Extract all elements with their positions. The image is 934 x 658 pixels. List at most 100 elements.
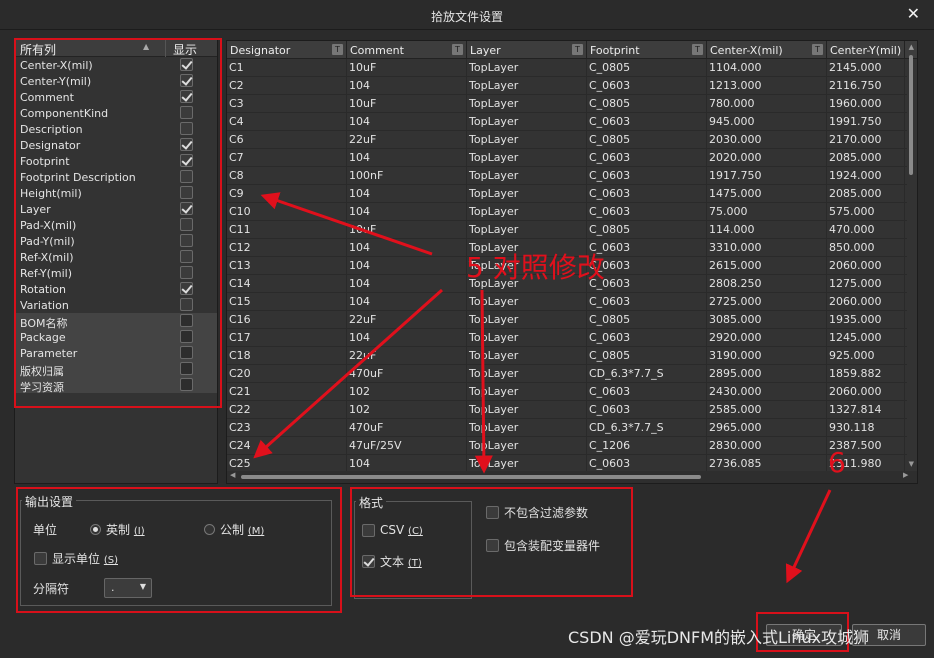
grid-column-header[interactable]: Designator T (227, 41, 347, 59)
table-row[interactable]: C24 47uF/25V TopLayer C_1206 2830.000 2387.50… (227, 437, 907, 455)
unit-imperial-radio[interactable] (90, 524, 101, 535)
column-show-checkbox[interactable] (180, 298, 193, 311)
column-show-checkbox[interactable] (180, 346, 193, 359)
table-row[interactable]: C18 22uF TopLayer C_0805 3190.000 925.000 (227, 347, 907, 365)
scroll-right-arrow-icon[interactable]: ▶ (903, 471, 908, 479)
table-row[interactable]: C11 10uF TopLayer C_0805 114.000 470.000 (227, 221, 907, 239)
show-units-label[interactable]: 显示单位 (S) (52, 550, 118, 567)
column-list-item[interactable]: BOM名称 (15, 313, 217, 330)
column-list-item[interactable]: Footprint Description (15, 169, 217, 185)
table-row[interactable]: C15 104 TopLayer C_0603 2725.000 2060.000 (227, 293, 907, 311)
table-row[interactable]: C10 104 TopLayer C_0603 75.000 575.000 (227, 203, 907, 221)
grid-column-header[interactable]: Center-X(mil) T (707, 41, 827, 59)
columns-list[interactable]: 所有列 ▲ 显示 Center-X(mil) Center-Y(mil) Comme… (14, 38, 218, 484)
table-row[interactable]: C6 22uF TopLayer C_0805 2030.000 2170.000 (227, 131, 907, 149)
column-list-item[interactable]: Designator (15, 137, 217, 153)
horizontal-scrollbar[interactable]: ◀ ▶ (227, 471, 917, 483)
table-row[interactable]: C1 10uF TopLayer C_0805 1104.000 2145.000 (227, 59, 907, 77)
filter-icon[interactable]: T (692, 44, 703, 55)
column-list-item[interactable]: ComponentKind (15, 105, 217, 121)
grid-column-header[interactable]: Footprint T (587, 41, 707, 59)
column-show-header[interactable]: 显示 (173, 41, 197, 58)
column-show-checkbox[interactable] (180, 250, 193, 263)
column-list-item[interactable]: Height(mil) (15, 185, 217, 201)
column-list-item[interactable]: Description (15, 121, 217, 137)
column-show-checkbox[interactable] (180, 330, 193, 343)
table-row[interactable]: C7 104 TopLayer C_0603 2020.000 2085.000 (227, 149, 907, 167)
table-row[interactable]: C20 470uF TopLayer CD_6.3*7.7_S 2895.000 1859… (227, 365, 907, 383)
column-show-checkbox[interactable] (180, 122, 193, 135)
text-checkbox[interactable] (362, 555, 375, 568)
grid-column-header[interactable]: Center-Y(mil) (827, 41, 905, 59)
unit-metric-label[interactable]: 公制 (M) (220, 521, 264, 538)
column-show-checkbox[interactable] (180, 218, 193, 231)
table-row[interactable]: C16 22uF TopLayer C_0805 3085.000 1935.000 (227, 311, 907, 329)
filter-icon[interactable]: T (572, 44, 583, 55)
column-show-checkbox[interactable] (180, 378, 193, 391)
unit-imperial-label[interactable]: 英制 (I) (106, 521, 145, 538)
column-show-checkbox[interactable] (180, 106, 193, 119)
table-row[interactable]: C4 104 TopLayer C_0603 945.000 1991.750 (227, 113, 907, 131)
column-list-item[interactable]: Comment (15, 89, 217, 105)
column-list-item[interactable]: Pad-X(mil) (15, 217, 217, 233)
column-show-checkbox[interactable] (180, 282, 193, 295)
filter-icon[interactable]: T (812, 44, 823, 55)
column-show-checkbox[interactable] (180, 186, 193, 199)
column-list-item[interactable]: Center-X(mil) (15, 57, 217, 73)
column-list-item[interactable]: 学习资源 (15, 377, 217, 394)
grid-column-header[interactable]: Layer T (467, 41, 587, 59)
column-show-checkbox[interactable] (180, 202, 193, 215)
column-list-item[interactable]: 版权归属 (15, 361, 217, 378)
table-row[interactable]: C17 104 TopLayer C_0603 2920.000 1245.000 (227, 329, 907, 347)
column-show-checkbox[interactable] (180, 58, 193, 71)
horizontal-scrollbar-thumb[interactable] (241, 475, 701, 479)
column-list-item[interactable]: Layer (15, 201, 217, 217)
table-row[interactable]: C3 10uF TopLayer C_0805 780.000 1960.000 (227, 95, 907, 113)
vertical-scrollbar-thumb[interactable] (909, 55, 913, 175)
table-row[interactable]: C21 102 TopLayer C_0603 2430.000 2060.000 (227, 383, 907, 401)
separator-select[interactable]: . ▼ (104, 578, 152, 598)
filter-icon[interactable]: T (452, 44, 463, 55)
columns-list-body: Center-X(mil) Center-Y(mil) Comment Compone… (15, 57, 217, 394)
csv-checkbox[interactable] (362, 524, 375, 537)
filter-icon[interactable]: T (332, 44, 343, 55)
column-show-checkbox[interactable] (180, 234, 193, 247)
column-name-header[interactable]: 所有列 (20, 41, 56, 58)
close-icon[interactable]: ✕ (907, 4, 920, 23)
column-list-item[interactable]: Ref-X(mil) (15, 249, 217, 265)
column-show-checkbox[interactable] (180, 170, 193, 183)
table-row[interactable]: C22 102 TopLayer C_0603 2585.000 1327.814 (227, 401, 907, 419)
column-list-item[interactable]: Footprint (15, 153, 217, 169)
column-show-checkbox[interactable] (180, 138, 193, 151)
include-variants-label[interactable]: 包含装配变量器件 (504, 537, 600, 554)
show-units-checkbox[interactable] (34, 552, 47, 565)
table-row[interactable]: C8 100nF TopLayer C_0603 1917.750 1924.000 (227, 167, 907, 185)
table-row[interactable]: C9 104 TopLayer C_0603 1475.000 2085.000 (227, 185, 907, 203)
exclude-filter-checkbox[interactable] (486, 506, 499, 519)
column-show-checkbox[interactable] (180, 90, 193, 103)
column-list-item[interactable]: Center-Y(mil) (15, 73, 217, 89)
exclude-filter-label[interactable]: 不包含过滤参数 (504, 504, 588, 521)
column-list-item[interactable]: Variation (15, 297, 217, 313)
column-list-item[interactable]: Pad-Y(mil) (15, 233, 217, 249)
table-row[interactable]: C2 104 TopLayer C_0603 1213.000 2116.750 (227, 77, 907, 95)
column-list-item[interactable]: Rotation (15, 281, 217, 297)
column-list-item[interactable]: Package (15, 329, 217, 345)
scroll-left-arrow-icon[interactable]: ◀ (230, 471, 235, 479)
unit-metric-radio[interactable] (204, 524, 215, 535)
csv-label[interactable]: CSV (C) (380, 523, 423, 537)
scroll-down-arrow-icon[interactable]: ▼ (909, 460, 914, 468)
include-variants-checkbox[interactable] (486, 539, 499, 552)
scroll-up-arrow-icon[interactable]: ▲ (909, 43, 914, 51)
column-show-checkbox[interactable] (180, 362, 193, 375)
grid-column-header[interactable]: Comment T (347, 41, 467, 59)
column-list-item[interactable]: Parameter (15, 345, 217, 361)
table-row[interactable]: C23 470uF TopLayer CD_6.3*7.7_S 2965.000 930.… (227, 419, 907, 437)
column-list-item[interactable]: Ref-Y(mil) (15, 265, 217, 281)
column-show-checkbox[interactable] (180, 314, 193, 327)
column-show-checkbox[interactable] (180, 154, 193, 167)
column-show-checkbox[interactable] (180, 266, 193, 279)
column-show-checkbox[interactable] (180, 74, 193, 87)
text-label[interactable]: 文本 (T) (380, 553, 422, 570)
sort-up-icon[interactable]: ▲ (143, 42, 149, 51)
